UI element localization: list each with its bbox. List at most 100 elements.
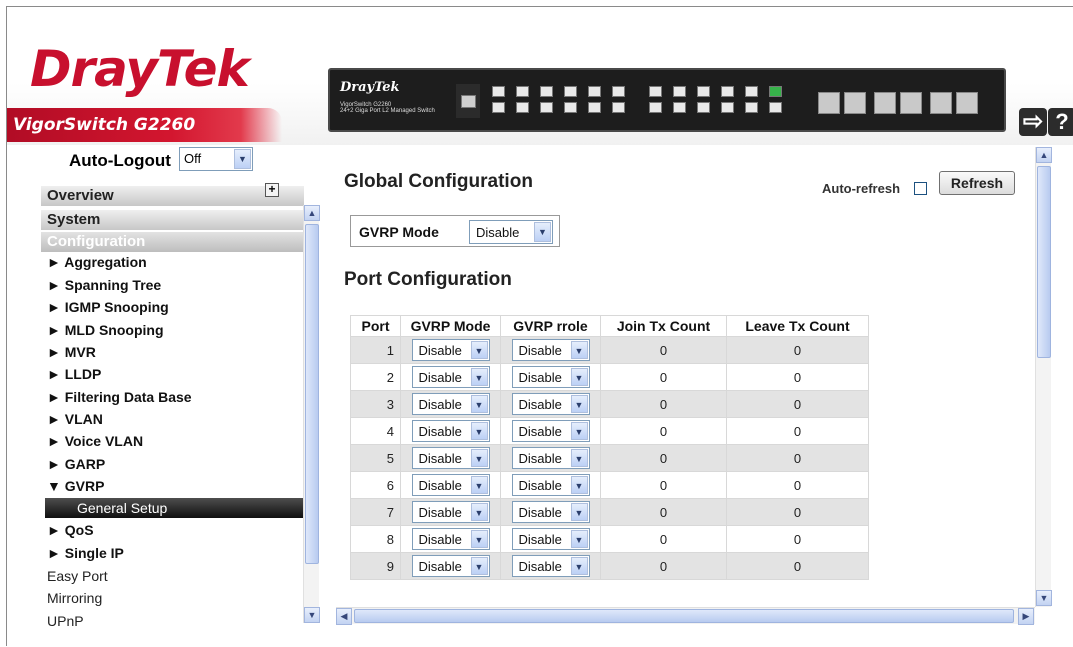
menu-item-mirroring[interactable]: Mirroring [47,590,102,606]
switch-port [492,86,505,97]
chevron-down-icon[interactable]: ▼ [570,395,588,413]
gvrp-mode-select[interactable]: Disable ▼ [411,393,490,415]
menu-item-vlan[interactable]: ► VLAN [47,411,103,427]
gvrp-mode-select[interactable]: Disable ▼ [411,339,490,361]
gvrp-role-select[interactable]: Disable ▼ [511,555,590,577]
chevron-down-icon[interactable]: ▼ [570,368,588,386]
menu-item-mld-snooping[interactable]: ► MLD Snooping [47,322,164,338]
gvrp-mode-cell: Disable ▼ [400,336,501,364]
chevron-down-icon[interactable]: ▼ [470,503,488,521]
join-tx-count: 0 [600,390,727,418]
menu-item-lldp[interactable]: ► LLDP [47,366,101,382]
chevron-down-icon[interactable]: ▼ [570,557,588,575]
switch-port [564,86,577,97]
chevron-down-icon[interactable]: ▼ [570,449,588,467]
menu-item-spanning-tree[interactable]: ► Spanning Tree [47,277,161,293]
menu-item-single-ip[interactable]: ► Single IP [47,545,124,561]
menu-item-gvrp[interactable]: ▼ GVRP [47,478,104,494]
leave-tx-count: 0 [726,363,869,391]
menu-item-igmp-snooping[interactable]: ► IGMP Snooping [47,299,169,315]
scroll-right-icon[interactable]: ▶ [1018,608,1034,625]
leave-tx-count: 0 [726,390,869,418]
gvrp-mode-select[interactable]: Disable ▼ [411,501,490,523]
menu-item-qos[interactable]: ► QoS [47,522,94,538]
scroll-up-icon[interactable]: ▲ [304,205,320,221]
gvrp-mode-select[interactable]: Disable ▼ [411,447,490,469]
gvrp-mode-value: Disable [418,559,462,574]
gvrp-role-select[interactable]: Disable ▼ [511,366,590,388]
chevron-down-icon[interactable]: ▼ [534,222,551,242]
menu-section-configuration[interactable]: Configuration [41,232,304,252]
gvrp-mode-select[interactable]: Disable ▼ [411,366,490,388]
gvrp-role-value: Disable [518,370,562,385]
table-row: 7 Disable ▼ Disable ▼ 0 0 [350,498,869,526]
chevron-down-icon[interactable]: ▼ [470,557,488,575]
main-h-scrollbar[interactable]: ◀ ▶ [336,607,1035,625]
scroll-left-icon[interactable]: ◀ [336,608,352,625]
menu-item-garp[interactable]: ► GARP [47,456,105,472]
gvrp-role-select[interactable]: Disable ▼ [511,474,590,496]
chevron-down-icon[interactable]: ▼ [470,341,488,359]
chevron-down-icon[interactable]: ▼ [470,422,488,440]
help-icon[interactable]: ? [1048,108,1073,136]
refresh-button[interactable]: Refresh [939,171,1015,195]
chevron-down-icon[interactable]: ▼ [570,530,588,548]
menu-item-voice-vlan[interactable]: ► Voice VLAN [47,433,143,449]
menu-item-upnp[interactable]: UPnP [47,613,84,629]
chevron-down-icon[interactable]: ▼ [570,341,588,359]
menu-item-filtering-data-base[interactable]: ► Filtering Data Base [47,389,192,405]
plus-icon[interactable]: + [265,183,279,197]
join-tx-count: 0 [600,552,727,580]
gvrp-role-select[interactable]: Disable ▼ [511,501,590,523]
gvrp-role-cell: Disable ▼ [500,336,601,364]
chevron-down-icon[interactable]: ▼ [470,368,488,386]
chevron-down-icon[interactable]: ▼ [570,476,588,494]
chevron-down-icon[interactable]: ▼ [470,476,488,494]
menu-scrollbar[interactable]: ▲ ▼ [303,205,320,623]
table-row: 8 Disable ▼ Disable ▼ 0 0 [350,525,869,553]
gvrp-role-select[interactable]: Disable ▼ [511,339,590,361]
chevron-down-icon[interactable]: ▼ [570,503,588,521]
menu-scroll-thumb[interactable] [305,224,319,564]
port-number: 8 [350,525,401,553]
switch-port [745,102,758,113]
gvrp-mode-select[interactable]: Disable ▼ [411,420,490,442]
switch-device-image: DrayTek VigorSwitch G2260 24+2 Giga Port … [328,68,1006,132]
chevron-down-icon[interactable]: ▼ [470,395,488,413]
gvrp-role-select[interactable]: Disable ▼ [511,393,590,415]
scroll-down-icon[interactable]: ▼ [1036,590,1052,606]
column-header-leave-tx: Leave Tx Count [726,315,869,337]
chevron-down-icon[interactable]: ▼ [234,149,251,169]
gvrp-mode-select[interactable]: Disable ▼ [411,555,490,577]
menu-item-mvr[interactable]: ► MVR [47,344,96,360]
h-scroll-thumb[interactable] [354,609,1014,623]
autologout-select[interactable]: Off ▼ [179,147,253,171]
switch-port [745,86,758,97]
chevron-down-icon[interactable]: ▼ [570,422,588,440]
menu-section-system[interactable]: System [41,210,304,230]
menu-item-aggregation[interactable]: ► Aggregation [47,254,147,270]
gvrp-role-value: Disable [518,559,562,574]
leave-tx-count: 0 [726,552,869,580]
gvrp-role-select[interactable]: Disable ▼ [511,420,590,442]
main-scrollbar[interactable]: ▲ ▼ [1035,147,1052,607]
gvrp-mode-select[interactable]: Disable ▼ [411,474,490,496]
port-number: 3 [350,390,401,418]
autorefresh-checkbox[interactable] [914,182,927,195]
menu-item-easy-port[interactable]: Easy Port [47,568,108,584]
menu-subitem-general-setup[interactable]: General Setup [45,498,304,518]
gvrp-role-cell: Disable ▼ [500,390,601,418]
main-scroll-thumb[interactable] [1037,166,1051,358]
gvrp-role-select[interactable]: Disable ▼ [511,528,590,550]
column-header-gvrp-mode: GVRP Mode [400,315,501,337]
logout-icon[interactable]: ⇨ [1019,108,1047,136]
gvrp-mode-select[interactable]: Disable ▼ [469,220,553,244]
port-number: 2 [350,363,401,391]
chevron-down-icon[interactable]: ▼ [470,449,488,467]
scroll-up-icon[interactable]: ▲ [1036,147,1052,163]
chevron-down-icon[interactable]: ▼ [470,530,488,548]
table-row: 6 Disable ▼ Disable ▼ 0 0 [350,471,869,499]
gvrp-mode-select[interactable]: Disable ▼ [411,528,490,550]
scroll-down-icon[interactable]: ▼ [304,607,320,623]
gvrp-role-select[interactable]: Disable ▼ [511,447,590,469]
